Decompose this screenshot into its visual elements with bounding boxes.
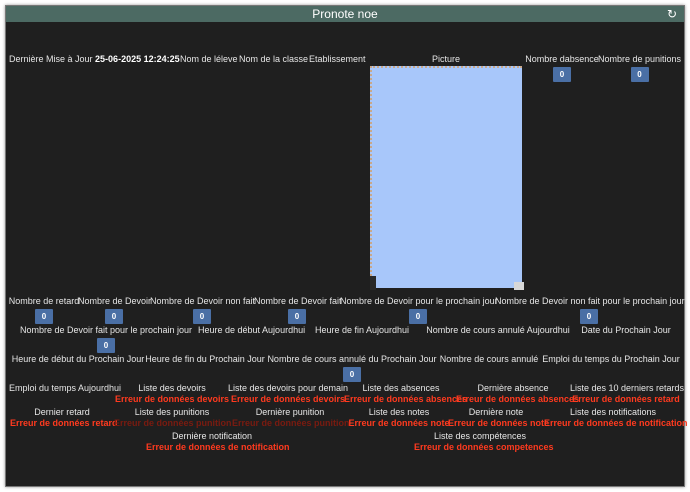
cours-annule-prochain-label: Nombre de cours annulé du Prochain Jour bbox=[267, 354, 437, 364]
liste-devoirs: Liste des devoirs Erreur de données devo… bbox=[114, 383, 230, 405]
emploi-prochain-jour: Emploi du temps du Prochain Jour bbox=[542, 354, 680, 364]
derniere-absence-error: Erreur de données absences bbox=[456, 394, 580, 404]
absence-count: Nombre dabsence 0 bbox=[524, 54, 600, 82]
derniere-absence: Dernière absence Erreur de données absen… bbox=[456, 383, 580, 405]
liste-absences-error: Erreur de données absences bbox=[344, 394, 468, 404]
cours-annule: Nombre de cours annulé bbox=[439, 354, 539, 364]
school-name: Etablissement bbox=[309, 54, 366, 64]
liste-devoirs-demain-error: Erreur de données devoirs bbox=[230, 394, 346, 404]
heure-fin-aujourdhui: Heure de fin Aujourdhui bbox=[314, 325, 410, 335]
refresh-icon[interactable]: ↻ bbox=[665, 7, 679, 21]
liste-notes: Liste des notes Erreur de données note bbox=[348, 407, 450, 429]
liste-notes-label: Liste des notes bbox=[368, 407, 430, 417]
derniere-notification-label: Dernière notification bbox=[171, 431, 253, 441]
retard-count-label: Nombre de retard bbox=[8, 296, 80, 306]
dernier-retard: Dernier retard Erreur de données retard bbox=[10, 407, 118, 429]
liste-punitions-error: Erreur de données punition bbox=[114, 418, 232, 428]
liste-absences-label: Liste des absences bbox=[362, 383, 440, 393]
derniere-punition-label: Dernière punition bbox=[255, 407, 325, 417]
devoir-count-label: Nombre de Devoir bbox=[78, 296, 152, 306]
heure-debut-aujourdhui: Heure de début Aujourdhui bbox=[198, 325, 306, 335]
devoir-non-fait-label: Nombre de Devoir non fait bbox=[150, 296, 256, 306]
devoir-count: Nombre de Devoir 0 bbox=[78, 296, 152, 324]
picture-label: Picture bbox=[432, 54, 461, 64]
liste-absences: Liste des absences Erreur de données abs… bbox=[344, 383, 468, 405]
student-picture bbox=[370, 66, 524, 290]
derniers-retards: Liste des 10 derniers retards Erreur de … bbox=[570, 383, 685, 405]
last-update: Dernière Mise à Jour 25-06-2025 12:24:25 bbox=[9, 54, 180, 65]
cours-annule-prochain-badge: 0 bbox=[343, 367, 361, 382]
absence-count-badge: 0 bbox=[553, 67, 571, 82]
devoir-fait-badge: 0 bbox=[288, 309, 306, 324]
derniere-note-error: Erreur de données note bbox=[448, 418, 550, 428]
heure-fin-prochain: Heure de fin du Prochain Jour bbox=[145, 354, 265, 364]
devoir-count-badge: 0 bbox=[105, 309, 123, 324]
liste-notes-error: Erreur de données note bbox=[348, 418, 450, 428]
last-update-value: 25-06-2025 12:24:25 bbox=[95, 54, 180, 64]
liste-devoirs-label: Liste des devoirs bbox=[138, 383, 206, 393]
derniere-note: Dernière note Erreur de données note bbox=[448, 407, 550, 429]
liste-punitions: Liste des punitions Erreur de données pu… bbox=[114, 407, 232, 429]
dernier-retard-error: Erreur de données retard bbox=[10, 418, 118, 428]
liste-competences-error: Erreur de données competences bbox=[414, 442, 554, 452]
derniere-note-label: Dernière note bbox=[468, 407, 524, 417]
devoir-prochain-label: Nombre de Devoir pour le prochain jour bbox=[340, 296, 498, 306]
liste-competences: Liste des compétences Erreur de données … bbox=[414, 431, 554, 453]
devoir-non-fait-badge: 0 bbox=[193, 309, 211, 324]
derniere-notification: Dernière notification Erreur de données … bbox=[146, 431, 290, 453]
dernier-retard-label: Dernier retard bbox=[34, 407, 90, 417]
devoir-fait-prochain-badge: 0 bbox=[97, 338, 115, 353]
devoir-non-fait-prochain-badge: 0 bbox=[580, 309, 598, 324]
picture-shadow bbox=[370, 276, 376, 290]
devoir-prochain-count: Nombre de Devoir pour le prochain jour 0 bbox=[340, 296, 498, 324]
devoir-fait-prochain-label: Nombre de Devoir fait pour le prochain j… bbox=[19, 325, 193, 335]
devoir-fait-label: Nombre de Devoir fait bbox=[254, 296, 342, 306]
liste-devoirs-error: Erreur de données devoirs bbox=[114, 394, 230, 404]
heure-debut-prochain: Heure de début du Prochain Jour bbox=[11, 354, 145, 364]
punition-count-label: Nombre de punitions bbox=[598, 54, 682, 64]
punition-count: Nombre de punitions 0 bbox=[598, 54, 681, 82]
retard-count-badge: 0 bbox=[35, 309, 53, 324]
student-name: Nom de léleve bbox=[180, 54, 238, 64]
date-prochain-jour: Date du Prochain Jour bbox=[581, 325, 671, 335]
emploi-aujourdhui: Emploi du temps Aujourdhui bbox=[8, 383, 122, 393]
picture-corner bbox=[514, 282, 524, 290]
derniere-punition: Dernière punition Erreur de données puni… bbox=[232, 407, 350, 429]
devoir-non-fait-prochain-count: Nombre de Devoir non fait pour le procha… bbox=[495, 296, 685, 324]
liste-notifications-label: Liste des notifications bbox=[569, 407, 657, 417]
cours-annule-prochain: Nombre de cours annulé du Prochain Jour … bbox=[266, 354, 438, 382]
absence-count-label: Nombre dabsence bbox=[525, 54, 599, 64]
cours-annule-aujourdhui: Nombre de cours annulé Aujourdhui bbox=[426, 325, 570, 335]
liste-notifications: Liste des notifications Erreur de donnée… bbox=[544, 407, 688, 429]
devoir-fait-prochain-count: Nombre de Devoir fait pour le prochain j… bbox=[16, 325, 196, 353]
liste-notifications-error: Erreur de données de notification bbox=[544, 418, 688, 428]
card-header: Pronote noe ↻ bbox=[6, 6, 684, 22]
devoir-non-fait-count: Nombre de Devoir non fait 0 bbox=[150, 296, 256, 324]
last-update-label: Dernière Mise à Jour bbox=[9, 54, 93, 64]
liste-punitions-label: Liste des punitions bbox=[134, 407, 210, 417]
derniers-retards-label: Liste des 10 derniers retards bbox=[570, 383, 685, 393]
derniers-retards-error: Erreur de données retard bbox=[572, 394, 680, 404]
pronote-card: Pronote noe ↻ Dernière Mise à Jour 25-06… bbox=[5, 5, 688, 487]
devoir-prochain-badge: 0 bbox=[409, 309, 427, 324]
punition-count-badge: 0 bbox=[630, 67, 649, 82]
derniere-punition-error: Erreur de données punition bbox=[232, 418, 350, 428]
class-name: Nom de la classe bbox=[239, 54, 309, 64]
retard-count: Nombre de retard 0 bbox=[8, 296, 80, 324]
devoir-non-fait-prochain-label: Nombre de Devoir non fait pour le procha… bbox=[495, 296, 685, 306]
liste-devoirs-demain-label: Liste des devoirs pour demain bbox=[227, 383, 349, 393]
liste-devoirs-demain: Liste des devoirs pour demain Erreur de … bbox=[226, 383, 350, 405]
card-title: Pronote noe bbox=[312, 7, 378, 21]
derniere-notification-error: Erreur de données de notification bbox=[146, 442, 290, 452]
devoir-fait-count: Nombre de Devoir fait 0 bbox=[254, 296, 342, 324]
derniere-absence-label: Dernière absence bbox=[477, 383, 549, 393]
liste-competences-label: Liste des compétences bbox=[433, 431, 527, 441]
